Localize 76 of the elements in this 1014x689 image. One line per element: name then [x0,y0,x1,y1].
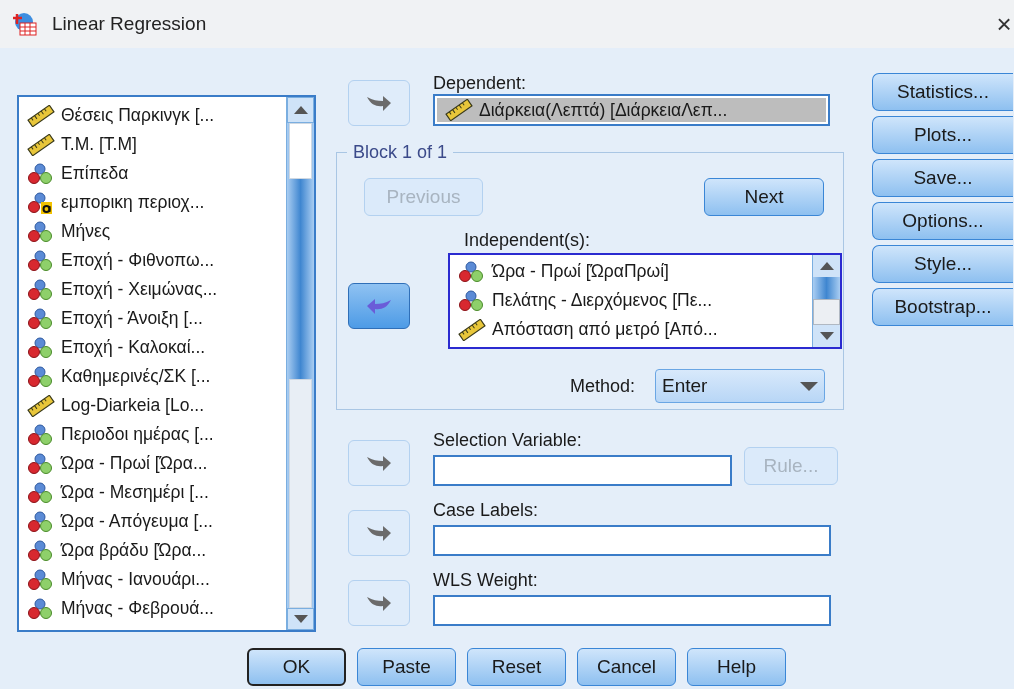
variable-list-item[interactable]: Ώρα - Μεσημέρι [... [19,478,286,507]
nominal-variable-icon [27,481,55,504]
nominal-variable-icon [27,220,55,243]
nominal-variable-icon [27,162,55,185]
nominal-variable-icon [27,249,55,272]
scrollbar-thumb[interactable] [813,299,840,325]
nominal-variable-icon [27,597,55,620]
nominal-variable-icon [27,568,55,591]
variable-list-item[interactable]: Εποχή - Φιθνοπω... [19,246,286,275]
dialog-button[interactable]: OK [247,648,346,686]
variable-list-item[interactable]: Ώρα βράδυ [Ώρα... [19,536,286,565]
independent-variable-item[interactable]: Πελάτης - Διερχόμενος [Πε... [450,286,812,315]
scrollbar[interactable] [812,255,840,347]
scroll-up-icon [293,106,308,114]
dialog-option-button[interactable]: Options... [872,202,1013,240]
variable-list-item[interactable]: Εποχή - Χειμώνας... [19,275,286,304]
nominal-variable-icon [27,510,55,533]
dialog-button[interactable]: Reset [467,648,566,686]
nominal-variable-icon [27,539,55,562]
variable-list-item[interactable]: Θέσεις Παρκινγκ [... [19,101,286,130]
independent-list[interactable]: Ώρα - Πρωί [ΏραΠρωί] Πελάτης - Διερχόμενος [Πε... Απόσταση από μετρό [Από... [448,253,842,349]
dialog-button[interactable]: Paste [357,648,456,686]
field-label: WLS Weight: [433,569,539,591]
variable-list-item[interactable]: Log-Diarkeia [Lo... [19,391,286,420]
window-title: Linear Regression [52,11,207,36]
field-label: Method: [569,375,635,397]
field-label: Case Labels: [433,499,540,521]
variable-list-item[interactable]: Ώρα - Απόγευμα [... [19,507,286,536]
nominal-variable-icon [27,365,55,388]
dialog-option-button[interactable]: Bootstrap... [872,288,1013,326]
string-variable-icon [27,191,55,214]
dialog-option-button[interactable]: Style... [872,245,1013,283]
next-button[interactable]: Next [704,178,824,216]
scrollbar-track [813,277,840,299]
nominal-variable-icon [27,452,55,475]
variable-list-item[interactable]: Εποχή - Καλοκαί... [19,333,286,362]
nominal-variable-icon [27,423,55,446]
dialog-option-button[interactable]: Statistics... [872,73,1013,111]
scroll-down-icon [293,615,308,623]
variable-list-item[interactable]: Περιοδοι ημέρας [... [19,420,286,449]
variable-field[interactable] [433,525,831,556]
method-dropdown[interactable]: Enter [655,369,825,403]
close-button[interactable]: × [994,11,1014,37]
nominal-variable-icon [27,307,55,330]
variable-list-item[interactable]: Μήνες [19,217,286,246]
variable-field[interactable] [433,455,732,486]
nominal-variable-icon [27,278,55,301]
independent-variable-item[interactable]: Απόσταση από μετρό [Από... [450,315,812,344]
dialog-button[interactable]: Help [687,648,786,686]
variable-list-item[interactable]: Μήνας - Φεβρουά... [19,594,286,623]
variable-list-item[interactable]: Εποχή - Άνοιξη [... [19,304,286,333]
nominal-variable-icon [458,260,486,283]
variable-list-item[interactable]: Καθημερινές/ΣΚ [... [19,362,286,391]
dialog-option-button[interactable]: Save... [872,159,1013,197]
move-arrow-button[interactable] [348,283,410,329]
variable-list-item[interactable]: Επίπεδα [19,159,286,188]
variable-list-item[interactable]: Ώρα - Πρωί [Ώρα... [19,449,286,478]
scroll-up-icon [819,262,834,270]
dropdown-caret-icon [800,381,818,391]
dialog-option-button[interactable]: Plots... [872,116,1013,154]
field-label: Dependent: [433,72,528,94]
dialog-button[interactable]: Cancel [577,648,676,686]
variable-field[interactable] [433,595,831,626]
nominal-variable-icon [458,289,486,312]
field-label: Independent(s): [464,229,592,251]
nominal-variable-icon [27,336,55,359]
scrollbar[interactable] [286,97,314,630]
scrollbar-thumb[interactable] [289,123,312,179]
variable-list-item[interactable]: εμπορικη περιοχ... [19,188,286,217]
scroll-down-icon [819,332,834,340]
app-icon [12,12,38,36]
independent-variable-item[interactable]: Ώρα - Πρωί [ΏραΠρωί] [450,257,812,286]
variable-list-item[interactable]: Τ.Μ. [Τ.Μ] [19,130,286,159]
variable-list[interactable] [17,95,316,632]
field-label: Selection Variable: [433,429,583,451]
variable-list-item[interactable]: Μήνας - Ιανουάρι... [19,565,286,594]
